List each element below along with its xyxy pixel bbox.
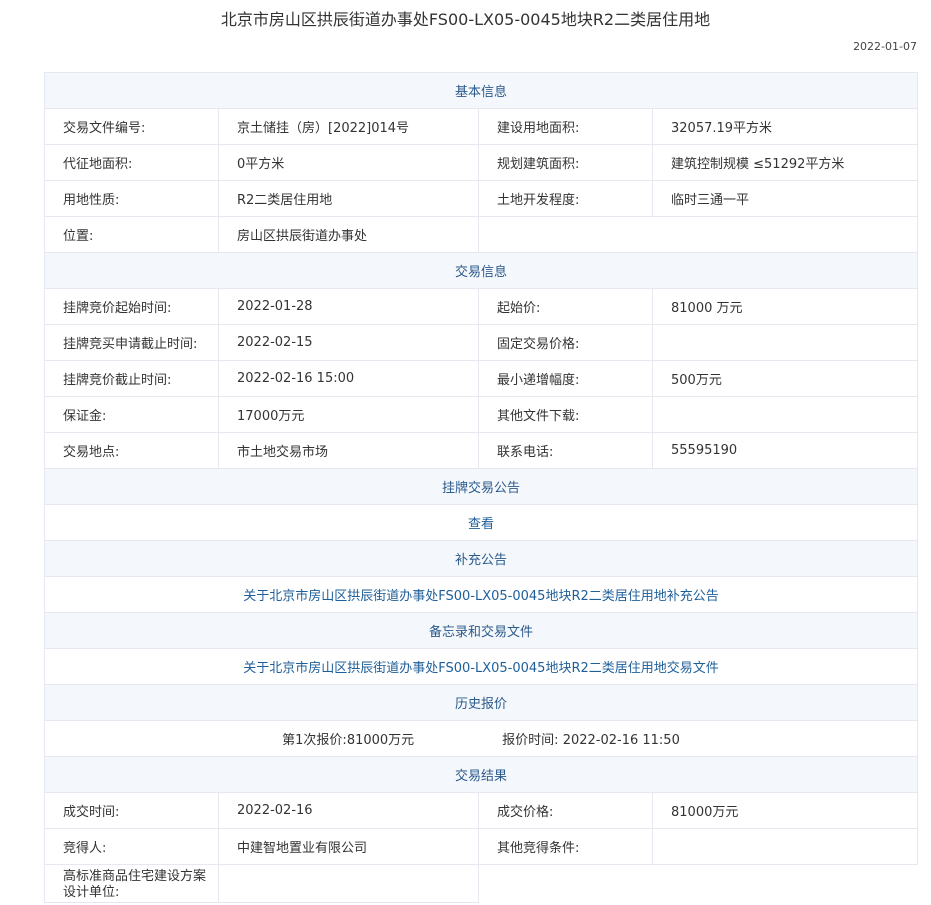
deal-time-label: 成交时间: (44, 792, 219, 829)
section-title: 交易结果 (43, 756, 919, 793)
other-cond-label: 其他竞得条件: (478, 828, 653, 865)
table-row: 竞得人: 中建智地置业有限公司 其他竞得条件: (44, 828, 919, 865)
dev-level-label: 土地开发程度: (478, 180, 653, 217)
trade-file-link[interactable]: 关于北京市房山区拱辰街道办事处FS00-LX05-0045地块R2二类居住用地交… (43, 648, 919, 685)
empty-cell (479, 865, 918, 903)
bid-time-label: 报价时间: (502, 733, 559, 748)
table-row: 用地性质: R2二类居住用地 土地开发程度: 临时三通一平 (44, 180, 919, 217)
other-cond-value (651, 828, 919, 865)
table-row: 挂牌竞价起始时间: 2022-01-28 起始价: 81000 万元 (44, 288, 919, 325)
section-title: 补充公告 (43, 540, 919, 577)
history-time: 报价时间: 2022-02-16 11:50 (502, 729, 680, 748)
table-row: 位置: 房山区拱辰街道办事处 (44, 216, 919, 253)
section-title: 历史报价 (43, 684, 919, 721)
phone-label: 联系电话: (478, 432, 653, 469)
min-increment-value: 500万元 (651, 360, 919, 397)
place-label: 交易地点: (44, 432, 219, 469)
place-value: 市土地交易市场 (218, 432, 479, 469)
table-row: 保证金: 17000万元 其他文件下载: (44, 396, 919, 433)
table-row: 第1次报价:81000万元 报价时间: 2022-02-16 11:50 (43, 720, 919, 757)
page-title: 北京市房山区拱辰街道办事处FS00-LX05-0045地块R2二类居住用地 (220, 10, 711, 29)
bid-time-value: 2022-02-16 11:50 (562, 733, 680, 748)
table-row: 挂牌竞价截止时间: 2022-02-16 15:00 最小递增幅度: 500万元 (44, 360, 919, 397)
winner-value: 中建智地置业有限公司 (218, 828, 479, 865)
section-listing-notice: 挂牌交易公告 (43, 468, 919, 505)
bid-deadline-value: 2022-02-16 15:00 (218, 360, 479, 397)
file-no-value: 京土储挂（房）[2022]014号 (218, 108, 479, 145)
bid-value: 81000万元 (346, 733, 415, 748)
section-basic-info: 基本信息 (43, 72, 919, 109)
fixed-price-value (651, 324, 919, 361)
winner-label: 竞得人: (44, 828, 219, 865)
section-trade-info: 交易信息 (43, 252, 919, 289)
table-row: 代征地面积: 0平方米 规划建筑面积: 建筑控制规模 ≤51292平方米 (44, 144, 919, 181)
section-result: 交易结果 (43, 756, 919, 793)
section-title: 交易信息 (43, 252, 919, 289)
table-row: 关于北京市房山区拱辰街道办事处FS00-LX05-0045地块R2二类居住用地交… (43, 648, 919, 685)
other-files-label: 其他文件下载: (478, 396, 653, 433)
start-time-value: 2022-01-28 (218, 288, 479, 325)
section-title: 挂牌交易公告 (43, 468, 919, 505)
bid-label: 第1次报价: (282, 733, 347, 748)
land-area-value: 32057.19平方米 (651, 108, 919, 145)
other-files-value[interactable] (651, 396, 919, 433)
location-value: 房山区拱辰街道办事处 (218, 216, 479, 253)
apply-deadline-label: 挂牌竞买申请截止时间: (44, 324, 219, 361)
land-info-table: 基本信息 交易文件编号: 京土储挂（房）[2022]014号 建设用地面积: 3… (43, 72, 919, 903)
table-row: 交易文件编号: 京土储挂（房）[2022]014号 建设用地面积: 32057.… (44, 108, 919, 145)
bid-deadline-label: 挂牌竞价截止时间: (44, 360, 219, 397)
dev-level-value: 临时三通一平 (651, 180, 919, 217)
build-area-label: 规划建筑面积: (478, 144, 653, 181)
apply-deadline-value: 2022-02-15 (218, 324, 479, 361)
land-area-label: 建设用地面积: (478, 108, 653, 145)
table-row: 关于北京市房山区拱辰街道办事处FS00-LX05-0045地块R2二类居住用地补… (43, 576, 919, 613)
land-use-label: 用地性质: (44, 180, 219, 217)
deposit-value: 17000万元 (218, 396, 479, 433)
deposit-label: 保证金: (44, 396, 219, 433)
min-increment-label: 最小递增幅度: (478, 360, 653, 397)
history-bid: 第1次报价:81000万元 (282, 729, 414, 748)
supplement-notice-link[interactable]: 关于北京市房山区拱辰街道办事处FS00-LX05-0045地块R2二类居住用地补… (43, 576, 919, 613)
empty-cell (477, 216, 919, 253)
file-no-label: 交易文件编号: (44, 108, 219, 145)
table-row: 查看 (43, 504, 919, 541)
design-unit-label: 高标准商品住宅建设方案设计单位: (44, 864, 219, 903)
table-row: 挂牌竞买申请截止时间: 2022-02-15 固定交易价格: (44, 324, 919, 361)
start-price-value: 81000 万元 (651, 288, 919, 325)
table-row: 成交时间: 2022-02-16 成交价格: 81000万元 (44, 792, 919, 829)
start-price-label: 起始价: (478, 288, 653, 325)
section-title: 基本信息 (43, 72, 919, 109)
view-notice-link[interactable]: 查看 (43, 504, 919, 541)
location-label: 位置: (44, 216, 219, 253)
history-bid-cell: 第1次报价:81000万元 报价时间: 2022-02-16 11:50 (43, 720, 919, 757)
design-unit-value (218, 864, 479, 903)
section-title: 备忘录和交易文件 (43, 612, 919, 649)
deal-price-label: 成交价格: (478, 792, 653, 829)
fixed-price-label: 固定交易价格: (478, 324, 653, 361)
table-row: 交易地点: 市土地交易市场 联系电话: 55595190 (44, 432, 919, 469)
publish-date: 2022-01-07 (853, 40, 917, 53)
phone-value: 55595190 (651, 432, 919, 469)
build-area-value: 建筑控制规模 ≤51292平方米 (651, 144, 919, 181)
acq-area-label: 代征地面积: (44, 144, 219, 181)
deal-price-value: 81000万元 (651, 792, 919, 829)
land-use-value: R2二类居住用地 (218, 180, 479, 217)
start-time-label: 挂牌竞价起始时间: (44, 288, 219, 325)
section-supplement: 补充公告 (43, 540, 919, 577)
deal-time-value: 2022-02-16 (218, 792, 479, 829)
section-history: 历史报价 (43, 684, 919, 721)
section-memo: 备忘录和交易文件 (43, 612, 919, 649)
table-row: 高标准商品住宅建设方案设计单位: (44, 864, 918, 903)
acq-area-value: 0平方米 (218, 144, 479, 181)
